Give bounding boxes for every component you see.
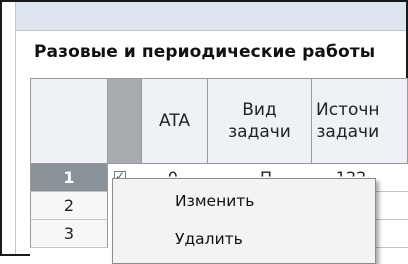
menu-item-edit[interactable]: Изменить — [113, 183, 375, 219]
row-number[interactable]: 2 — [30, 192, 108, 220]
row-number[interactable]: 3 — [30, 220, 108, 248]
top-toolbar-strip — [16, 2, 406, 31]
header-ata[interactable]: ATA — [142, 78, 208, 164]
header-task-type[interactable]: Вид задачи — [208, 78, 312, 164]
header-task-source[interactable]: Источн задачи — [312, 78, 408, 164]
context-menu: Изменить Удалить — [112, 178, 376, 264]
left-gutter — [2, 2, 16, 254]
menu-item-delete[interactable]: Удалить — [113, 221, 375, 257]
header-check-column[interactable] — [108, 78, 142, 164]
row-number[interactable]: 1 — [30, 164, 108, 192]
panel-title: Разовые и периодические работы — [34, 42, 376, 62]
header-rownum — [30, 78, 108, 164]
